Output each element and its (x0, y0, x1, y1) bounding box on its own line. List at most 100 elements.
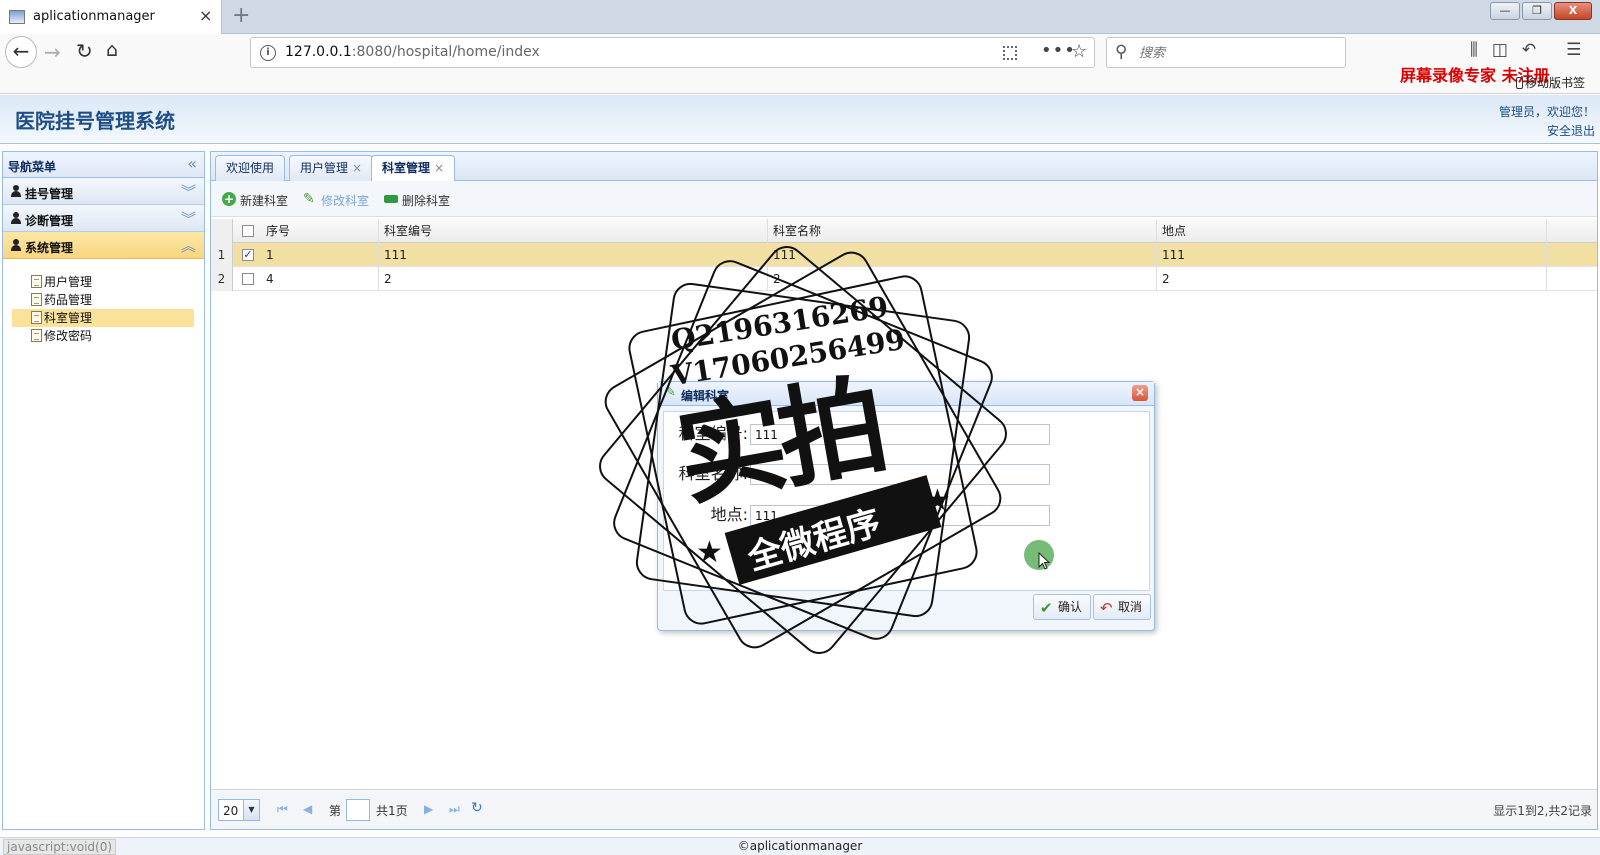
close-tab-icon[interactable]: × (434, 161, 444, 175)
new-tab-button[interactable]: + (232, 3, 250, 28)
mobile-bookmarks[interactable]: 移动版书签 (1516, 74, 1585, 91)
column-header-code[interactable]: 科室编号 (379, 219, 768, 243)
restore-button[interactable]: ❐ (1522, 2, 1552, 20)
last-page-icon[interactable]: ⏭ (449, 802, 460, 817)
search-input[interactable] (1139, 43, 1339, 63)
location-label: 地点: (710, 505, 748, 524)
sidebar-item-drugs[interactable]: 药品管理 (12, 291, 194, 309)
accordion-diagnosis[interactable]: 诊断管理 ︾ (3, 205, 204, 232)
forward-button[interactable]: → (44, 40, 61, 64)
close-tab-icon[interactable]: × (199, 6, 212, 25)
menu-icon[interactable]: ☰ (1566, 40, 1581, 60)
department-code-input[interactable] (750, 424, 1050, 445)
cell-code: 2 (379, 267, 768, 291)
phone-icon (1516, 77, 1523, 89)
page-size-select[interactable]: 20 ▼ (218, 799, 260, 821)
site-info-icon[interactable]: i (260, 45, 276, 61)
row-checkbox[interactable] (242, 273, 254, 285)
check-icon: ✔ (1040, 599, 1053, 617)
record-info: 显示1到2,共2记录 (1493, 804, 1592, 818)
document-icon (31, 275, 42, 288)
column-header-name[interactable]: 科室名称 (768, 219, 1157, 243)
confirm-button[interactable]: ✔ 确认 (1033, 594, 1092, 620)
browser-tab-title: aplicationmanager (33, 9, 155, 24)
accordion-system[interactable]: 系统管理 ︽ (3, 232, 204, 259)
tab-user-management[interactable]: 用户管理 × (289, 155, 374, 181)
refresh-icon[interactable]: ↻ (471, 800, 483, 816)
dialog-close-button[interactable]: × (1132, 385, 1148, 401)
bookmark-star-icon[interactable]: ☆ (1071, 41, 1087, 62)
dialog-form: 科室编号: 科室名称: 地点: (663, 411, 1150, 591)
accordion-label: 系统管理 (25, 241, 74, 255)
status-link-preview: javascript:void(0) (3, 839, 117, 855)
pagination-bar: 20 ▼ ⏮ ◀ 第 共1页 ▶ ⏭ ↻ 显示1到2,共2记录 (211, 789, 1597, 829)
form-row-name: 科室名称: (664, 463, 1144, 485)
logout-link[interactable]: 安全退出 (1499, 122, 1595, 141)
cell-name: 2 (768, 267, 1157, 291)
tab-welcome[interactable]: 欢迎使用 (215, 155, 286, 181)
cell-location: 2 (1157, 267, 1547, 291)
collapse-sidebar-icon[interactable]: « (187, 154, 197, 173)
sidebar-item-users[interactable]: 用户管理 (12, 273, 194, 291)
library-icon[interactable]: ⫼ (1470, 40, 1478, 60)
cancel-button[interactable]: ↶ 取消 (1093, 594, 1152, 620)
row-number: 2 (211, 267, 233, 291)
sidebar-item-change-password[interactable]: 修改密码 (12, 327, 194, 345)
next-page-icon[interactable]: ▶ (424, 802, 433, 816)
location-input[interactable] (750, 505, 1050, 526)
window-close-button[interactable]: X (1554, 2, 1592, 20)
browser-tab-strip: aplicationmanager × + — ❐ X (0, 0, 1600, 34)
dropdown-arrow-icon[interactable]: ▼ (243, 800, 259, 820)
pencil-icon: ✎ (303, 191, 315, 207)
accordion-registration[interactable]: 挂号管理 ︾ (3, 178, 204, 205)
row-checkbox[interactable]: ✓ (242, 249, 254, 261)
content-tabs: 欢迎使用 用户管理 × 科室管理 × (211, 152, 1597, 182)
app-title: 医院挂号管理系统 (15, 109, 175, 133)
welcome-text: 管理员，欢迎您！ (1498, 105, 1595, 119)
form-row-code: 科室编号: (664, 423, 1144, 445)
page-number-input[interactable] (346, 799, 370, 821)
url-text[interactable]: 127.0.0.1:8080/hospital/home/index (285, 44, 540, 60)
name-label: 科室名称: (678, 464, 748, 483)
prev-page-icon[interactable]: ◀ (303, 802, 312, 816)
pencil-icon: ✎ (665, 385, 676, 400)
column-header-seq[interactable]: 序号 (261, 219, 379, 243)
browser-tool-icons: ⫼ ◫ ↶ ☰ (1470, 40, 1581, 60)
form-row-location: 地点: (664, 504, 1144, 526)
sidebar-toggle-icon[interactable]: ◫ (1492, 40, 1508, 60)
table-row[interactable]: 2 4 2 2 2 (211, 267, 1597, 291)
back-button[interactable]: ← (5, 36, 37, 68)
address-bar[interactable]: i 127.0.0.1:8080/hospital/home/index •••… (250, 37, 1095, 68)
first-page-icon[interactable]: ⏮ (277, 802, 288, 817)
reload-button[interactable]: ↻ (76, 39, 93, 63)
table-row[interactable]: 1 ✓ 1 111 111 111 (211, 243, 1597, 267)
page-favicon-icon (9, 10, 25, 24)
undo-icon[interactable]: ↶ (1522, 40, 1536, 60)
minimize-button[interactable]: — (1490, 2, 1520, 20)
code-label: 科室编号: (678, 424, 748, 443)
sidebar-item-departments[interactable]: 科室管理 (12, 309, 194, 327)
delete-department-button[interactable]: 删除科室 (384, 192, 450, 209)
grid-toolbar: + 新建科室 ✎ 修改科室 删除科室 (211, 181, 1597, 217)
tab-department-management[interactable]: 科室管理 × (371, 155, 456, 182)
home-button[interactable]: ⌂ (106, 39, 118, 61)
search-box[interactable]: ⚲ (1106, 37, 1346, 68)
department-name-input[interactable] (750, 464, 1050, 485)
page-total: 共1页 (376, 804, 408, 818)
cell-seq: 4 (261, 267, 379, 291)
copyright-text: ©aplicationmanager (737, 839, 863, 853)
browser-tab[interactable]: aplicationmanager × (0, 0, 222, 34)
cell-code: 111 (379, 243, 768, 267)
new-department-button[interactable]: + 新建科室 (222, 192, 288, 209)
system-menu-tree: 用户管理 药品管理 科室管理 修改密码 (3, 259, 204, 345)
user-icon (11, 212, 21, 224)
column-header-location[interactable]: 地点 (1157, 219, 1547, 243)
close-tab-icon[interactable]: × (352, 161, 362, 175)
select-all-checkbox[interactable] (242, 225, 254, 237)
cell-name: 111 (768, 243, 1157, 267)
page-size-value: 20 (223, 804, 239, 818)
dialog-title: 编辑科室 (681, 389, 730, 403)
edit-department-button[interactable]: ✎ 修改科室 (303, 192, 369, 209)
user-info: 管理员，欢迎您！ 安全退出 (1499, 103, 1595, 141)
qr-code-icon[interactable] (1003, 46, 1017, 60)
